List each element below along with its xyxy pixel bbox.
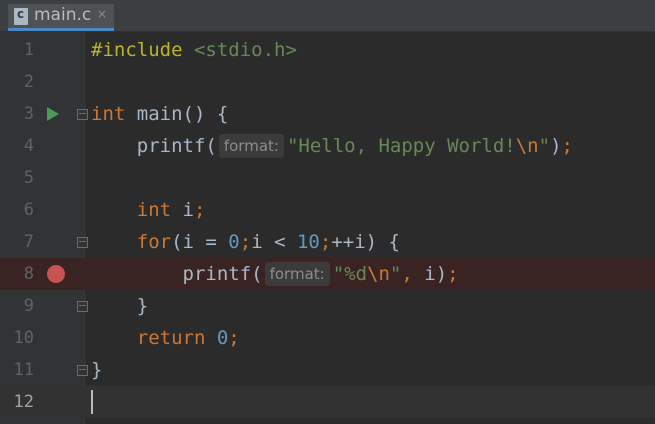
code-text[interactable]: printf(format: "Hello, Happy World!\n"); bbox=[91, 130, 573, 162]
code-line[interactable]: 2 bbox=[0, 66, 655, 98]
code-token: i) bbox=[424, 263, 448, 285]
code-token: ; bbox=[561, 135, 573, 157]
line-number: 10 bbox=[13, 328, 34, 348]
line-number: 8 bbox=[23, 264, 34, 284]
code-token: } bbox=[91, 359, 103, 381]
code-token: "%d bbox=[332, 263, 368, 285]
code-token: \n bbox=[367, 263, 390, 285]
code-token: 0 bbox=[216, 327, 229, 349]
code-line[interactable]: 8 printf(format: "%d\n", i); bbox=[0, 258, 655, 290]
code-line[interactable]: 11} bbox=[0, 354, 655, 386]
code-token: ; bbox=[447, 263, 459, 285]
breakpoint-icon[interactable] bbox=[47, 265, 65, 283]
line-number: 6 bbox=[23, 200, 34, 220]
code-token: int bbox=[91, 103, 137, 125]
parameter-hint: format: bbox=[218, 134, 284, 158]
fold-collapse-icon[interactable] bbox=[77, 237, 88, 248]
code-token: " bbox=[538, 135, 551, 157]
code-token: 10 bbox=[296, 231, 320, 253]
code-token: i bbox=[182, 199, 194, 221]
code-token: ++i) { bbox=[331, 231, 400, 253]
code-text[interactable]: #include <stdio.h> bbox=[91, 34, 297, 66]
text-caret bbox=[91, 390, 93, 414]
fold-end-icon[interactable] bbox=[77, 301, 88, 312]
line-number: 9 bbox=[23, 296, 34, 316]
line-number: 11 bbox=[13, 360, 34, 380]
editor-tab-bar: main.c × bbox=[0, 0, 655, 32]
code-line[interactable]: 7 for(i = 0;i < 10;++i) { bbox=[0, 226, 655, 258]
code-token: () { bbox=[182, 103, 229, 125]
line-number: 5 bbox=[23, 168, 34, 188]
code-token: <stdio.h> bbox=[193, 39, 297, 61]
code-line[interactable]: 9 } bbox=[0, 290, 655, 322]
code-token: ; bbox=[193, 199, 206, 221]
fold-end-icon[interactable] bbox=[77, 365, 88, 376]
code-token: #include bbox=[91, 39, 194, 61]
code-token: ; bbox=[228, 327, 240, 349]
code-text[interactable]: } bbox=[91, 354, 102, 386]
code-token: ) bbox=[550, 135, 562, 157]
line-number: 12 bbox=[13, 392, 34, 412]
code-line[interactable]: 3 int main() { bbox=[0, 98, 655, 130]
code-text[interactable]: int i; bbox=[91, 194, 206, 226]
line-number: 3 bbox=[23, 104, 34, 124]
line-number: 2 bbox=[23, 72, 34, 92]
code-token: ; bbox=[319, 231, 332, 253]
code-token: main bbox=[136, 103, 183, 125]
code-token: "Hello, Happy World! bbox=[286, 135, 516, 157]
tab-label: main.c bbox=[34, 5, 92, 25]
code-token: } bbox=[91, 295, 149, 317]
code-line[interactable]: 12 bbox=[0, 386, 655, 418]
code-token: i < bbox=[251, 231, 297, 253]
code-token: return bbox=[136, 327, 217, 349]
fold-collapse-icon[interactable] bbox=[77, 109, 88, 120]
code-text[interactable]: } bbox=[91, 290, 148, 322]
code-token: (i = bbox=[171, 231, 229, 253]
run-icon[interactable] bbox=[47, 107, 59, 121]
code-token: printf( bbox=[91, 263, 263, 285]
close-icon[interactable]: × bbox=[97, 7, 107, 21]
code-token: ; bbox=[239, 231, 252, 253]
code-line[interactable]: 5 bbox=[0, 162, 655, 194]
code-token: printf( bbox=[91, 135, 217, 157]
code-text[interactable]: for(i = 0;i < 10;++i) { bbox=[91, 226, 400, 258]
c-file-icon bbox=[14, 8, 28, 25]
code-token: for bbox=[136, 231, 172, 253]
code-token: \n bbox=[515, 135, 539, 157]
line-number: 1 bbox=[23, 40, 34, 60]
line-number: 7 bbox=[23, 232, 34, 252]
code-line[interactable]: 4 printf(format: "Hello, Happy World!\n")… bbox=[0, 130, 655, 162]
code-token: int bbox=[136, 199, 183, 221]
code-line[interactable]: 6 int i; bbox=[0, 194, 655, 226]
line-number: 4 bbox=[23, 136, 34, 156]
code-token: " bbox=[389, 263, 402, 285]
code-text[interactable]: return 0; bbox=[91, 322, 240, 354]
code-line[interactable]: 10 return 0; bbox=[0, 322, 655, 354]
code-text[interactable]: printf(format: "%d\n", i); bbox=[91, 258, 459, 290]
code-token: 0 bbox=[228, 231, 240, 253]
parameter-hint: format: bbox=[264, 262, 330, 286]
tab-main-c[interactable]: main.c × bbox=[8, 4, 114, 31]
code-token: , bbox=[401, 263, 425, 285]
code-line[interactable]: 1 #include <stdio.h> bbox=[0, 34, 655, 66]
code-text[interactable]: int main() { bbox=[91, 98, 228, 130]
